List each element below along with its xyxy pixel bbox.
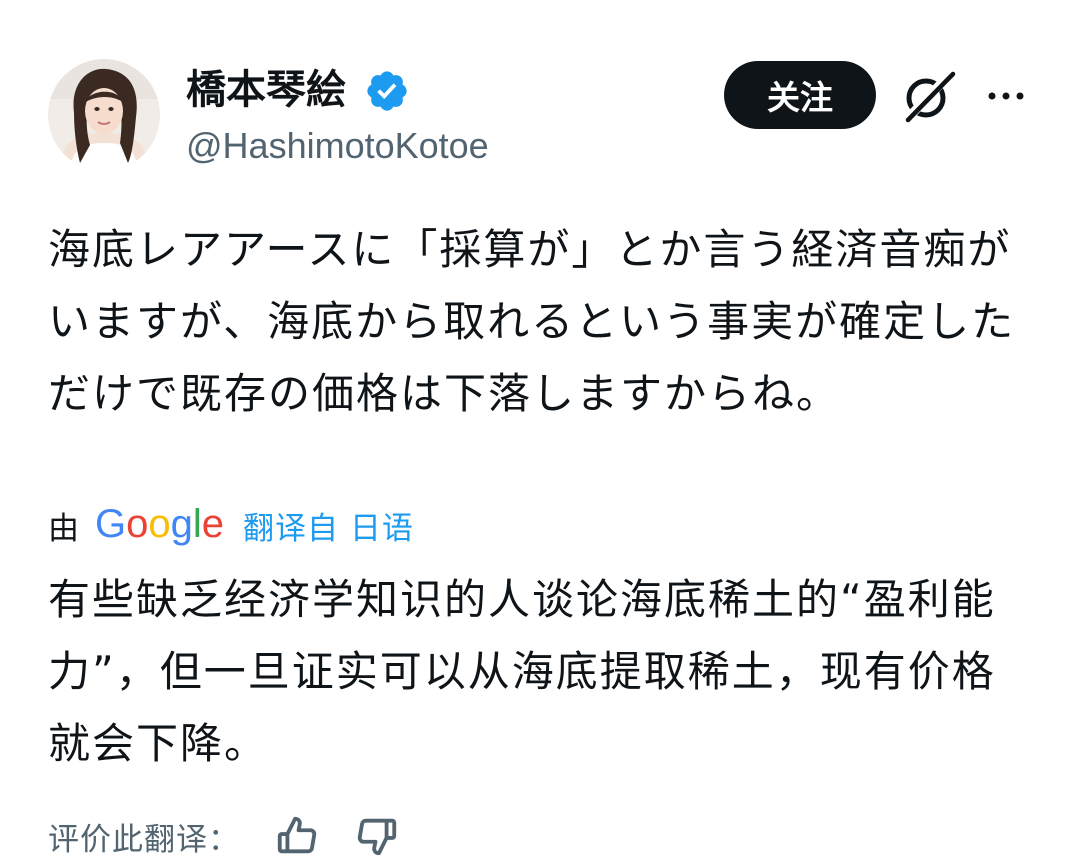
translated-from-link[interactable]: 翻译自 日语 — [243, 503, 414, 548]
grok-icon[interactable] — [898, 66, 958, 126]
more-dots-icon[interactable] — [982, 78, 1030, 114]
translation-attribution: 由 Google 翻译自 日语 — [48, 500, 414, 550]
google-logo: Google — [95, 502, 224, 546]
tweet-text: 海底レアアースに「採算が」とか言う経済音痴がいますが、海底から取れるという事実が… — [48, 225, 1016, 418]
follow-button[interactable]: 关注 — [724, 61, 876, 129]
avatar[interactable] — [48, 59, 160, 171]
author-display-name[interactable]: 橋本琴絵 — [186, 66, 346, 114]
rate-translation-label: 评价此翻译： — [48, 821, 240, 858]
verified-badge-icon — [367, 71, 407, 111]
thumbs-up-icon[interactable] — [274, 813, 320, 859]
thumbs-down-icon[interactable] — [354, 813, 400, 859]
rate-translation-row: 评价此翻译： — [48, 810, 400, 862]
svg-text:Google: Google — [95, 502, 224, 546]
translation-by-label: 由 — [48, 510, 79, 547]
translated-text: 有些缺乏经济学知识的人谈论海底稀土的“盈利能力”，但一旦证实可以从海底提取稀土，… — [48, 575, 996, 768]
author-handle[interactable]: @HashimotoKotoe — [186, 124, 489, 168]
